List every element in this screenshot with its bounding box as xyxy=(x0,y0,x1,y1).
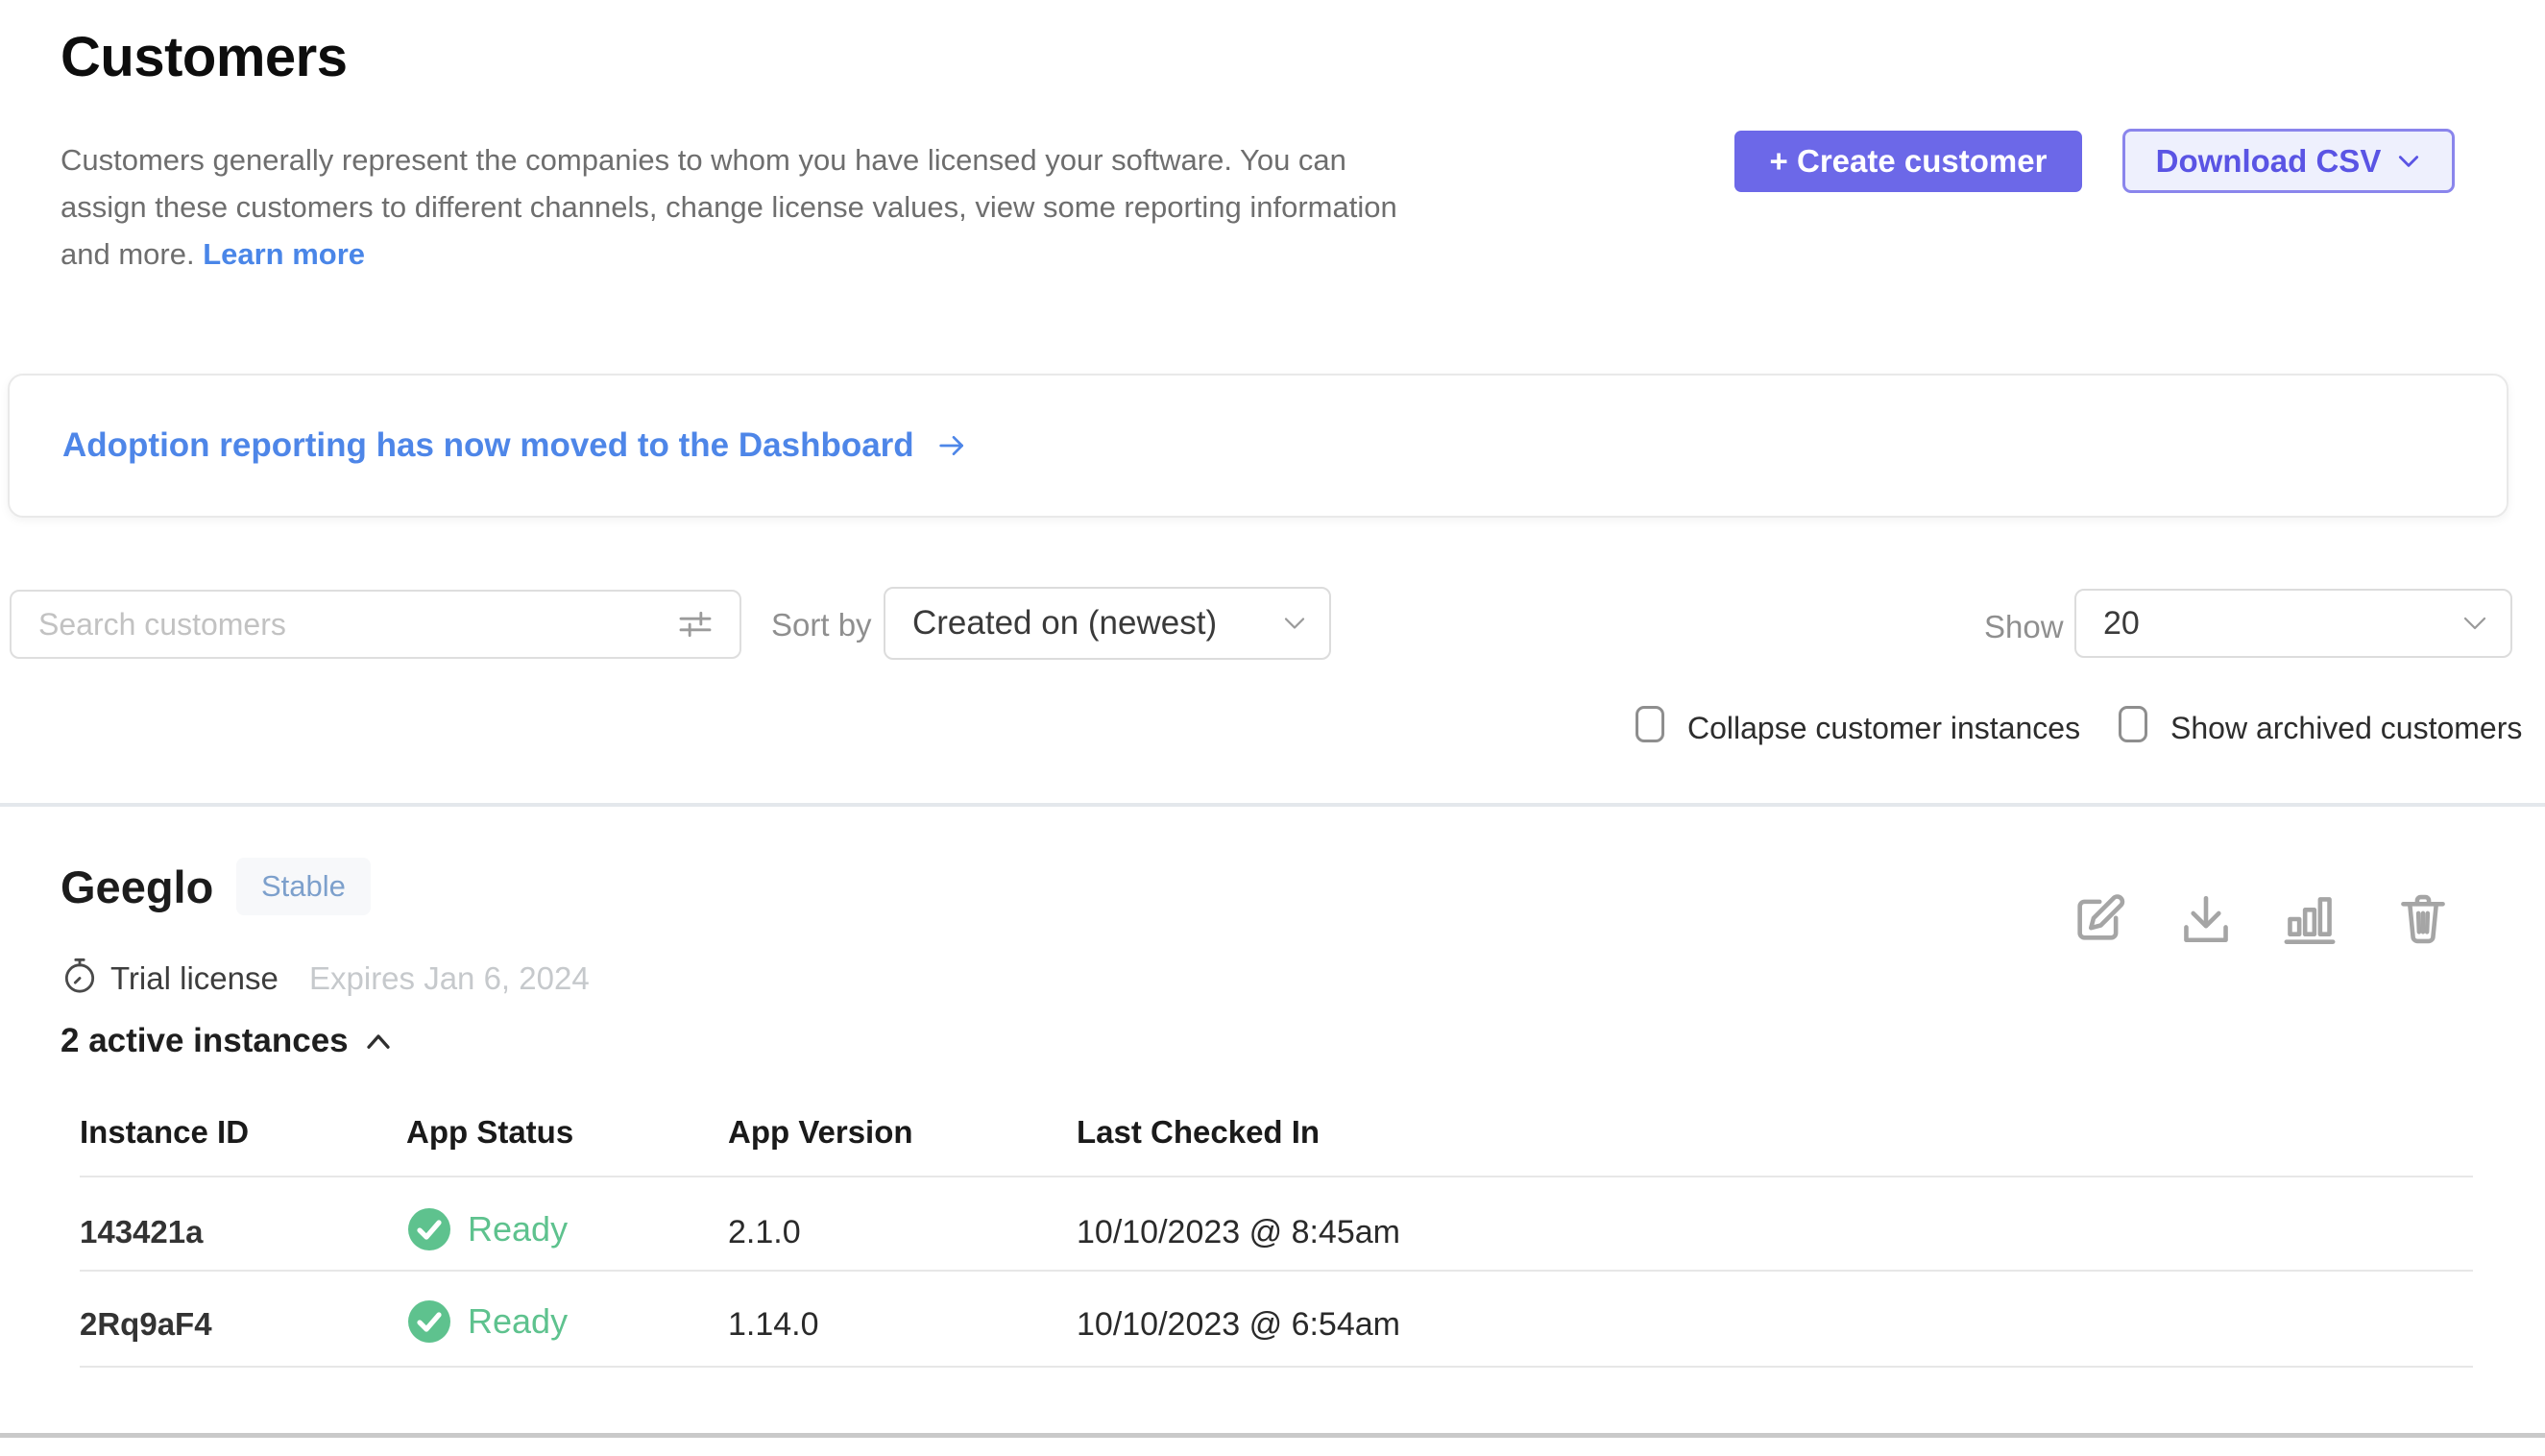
show-label: Show xyxy=(1984,609,2064,645)
timer-icon xyxy=(61,957,99,995)
column-header-instance-id: Instance ID xyxy=(80,1114,249,1151)
show-per-page-select[interactable]: 20 xyxy=(2074,589,2512,658)
show-archived-checkbox[interactable] xyxy=(2119,706,2147,742)
chevron-down-icon xyxy=(1281,615,1308,632)
sliders-icon[interactable] xyxy=(674,605,716,643)
chevron-down-icon xyxy=(2460,614,2489,633)
sort-by-label: Sort by xyxy=(771,607,872,643)
learn-more-link[interactable]: Learn more xyxy=(203,237,365,271)
bar-chart-icon[interactable] xyxy=(2282,891,2338,947)
page-description: Customers generally represent the compan… xyxy=(61,136,1693,278)
chevron-up-icon xyxy=(364,1031,393,1051)
create-customer-label: + Create customer xyxy=(1770,143,2048,180)
create-customer-button[interactable]: + Create customer xyxy=(1734,131,2082,192)
chevron-down-icon xyxy=(2396,153,2421,170)
license-type-label: Trial license xyxy=(110,960,279,997)
column-header-app-version: App Version xyxy=(728,1114,913,1151)
adoption-banner-link[interactable]: Adoption reporting has now moved to the … xyxy=(62,426,970,465)
download-icon[interactable] xyxy=(2178,891,2234,947)
description-line-text: and more. xyxy=(61,237,195,271)
license-expiry-label: Expires Jan 6, 2024 xyxy=(309,960,590,997)
instance-id-cell: 2Rq9aF4 xyxy=(80,1306,212,1343)
column-header-app-status: App Status xyxy=(406,1114,573,1151)
app-version-cell: 2.1.0 xyxy=(728,1214,801,1251)
description-line: and more. Learn more xyxy=(61,231,1693,278)
app-version-cell: 1.14.0 xyxy=(728,1306,819,1344)
table-row-divider xyxy=(80,1366,2473,1368)
description-line: Customers generally represent the compan… xyxy=(61,136,1693,183)
check-circle-icon xyxy=(406,1298,452,1345)
last-checked-in-cell: 10/10/2023 @ 8:45am xyxy=(1077,1214,1400,1251)
table-row-divider xyxy=(80,1270,2473,1272)
app-status-label: Ready xyxy=(468,1301,568,1342)
channel-badge: Stable xyxy=(236,858,371,915)
app-status-cell: Ready xyxy=(406,1298,568,1345)
card-bottom-divider xyxy=(0,1433,2545,1438)
collapse-instances-checkbox[interactable] xyxy=(1636,706,1664,742)
search-input[interactable] xyxy=(10,590,741,659)
adoption-banner-text: Adoption reporting has now moved to the … xyxy=(62,426,914,465)
collapse-instances-label: Collapse customer instances xyxy=(1687,711,2080,746)
last-checked-in-cell: 10/10/2023 @ 6:54am xyxy=(1077,1306,1400,1344)
section-divider xyxy=(0,803,2545,807)
check-circle-icon xyxy=(406,1206,452,1252)
download-csv-button[interactable]: Download CSV xyxy=(2122,129,2455,193)
active-instances-label: 2 active instances xyxy=(61,1022,349,1060)
sort-select-value: Created on (newest) xyxy=(912,604,1217,643)
sort-select[interactable]: Created on (newest) xyxy=(884,587,1331,660)
app-status-cell: Ready xyxy=(406,1206,568,1252)
adoption-banner: Adoption reporting has now moved to the … xyxy=(8,374,2509,518)
download-csv-label: Download CSV xyxy=(2156,143,2382,180)
show-archived-label: Show archived customers xyxy=(2170,711,2522,746)
active-instances-toggle[interactable]: 2 active instances xyxy=(61,1022,393,1060)
app-status-label: Ready xyxy=(468,1209,568,1250)
trash-icon[interactable] xyxy=(2395,891,2451,947)
table-header-divider xyxy=(80,1176,2473,1177)
column-header-last-checked-in: Last Checked In xyxy=(1077,1114,1320,1151)
description-line: assign these customers to different chan… xyxy=(61,183,1693,231)
arrow-right-icon xyxy=(933,430,970,461)
page-title: Customers xyxy=(61,25,347,89)
instance-id-cell: 143421a xyxy=(80,1214,203,1250)
show-select-value: 20 xyxy=(2103,605,2140,643)
edit-icon[interactable] xyxy=(2071,891,2126,947)
customer-name[interactable]: Geeglo xyxy=(61,861,213,913)
